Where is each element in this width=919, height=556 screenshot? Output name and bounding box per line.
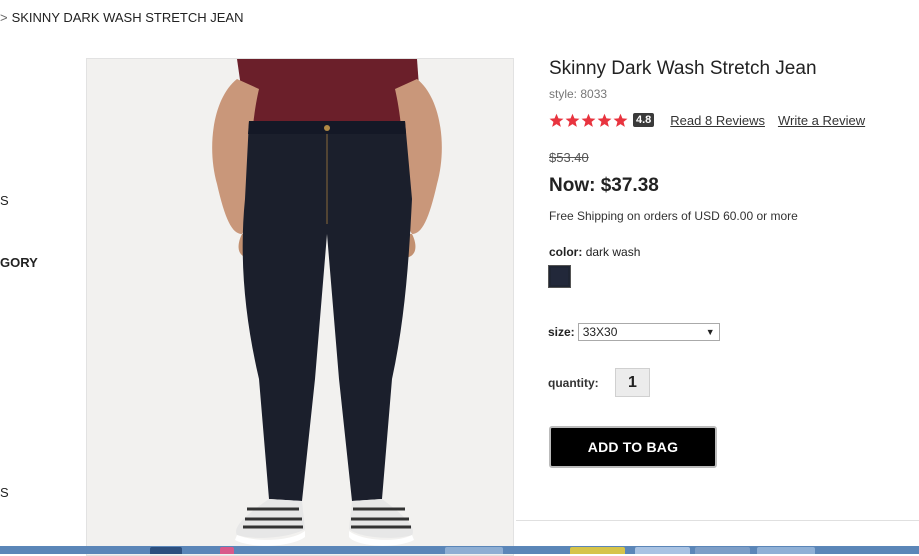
size-select[interactable]: 33X30 ▼ — [577, 323, 720, 341]
os-taskbar — [0, 546, 919, 554]
original-price: $53.40 — [549, 150, 589, 165]
taskbar-app-icon[interactable] — [695, 547, 750, 554]
breadcrumb-separator: > — [0, 10, 8, 25]
chevron-down-icon: ▼ — [705, 327, 715, 337]
sale-price: Now: $37.38 — [549, 175, 659, 196]
taskbar-app-icon[interactable] — [757, 547, 815, 554]
star-icon — [581, 113, 596, 127]
star-icon — [597, 113, 612, 127]
taskbar-app-icon[interactable] — [150, 547, 182, 554]
taskbar-app-icon[interactable] — [445, 547, 503, 554]
color-label-key: color: — [549, 245, 583, 259]
breadcrumb: > SKINNY DARK WASH STRETCH JEAN — [0, 10, 243, 25]
add-to-bag-button[interactable]: ADD TO BAG — [549, 426, 717, 468]
read-reviews-link[interactable]: Read 8 Reviews — [670, 113, 765, 128]
shipping-note: Free Shipping on orders of USD 60.00 or … — [549, 209, 798, 223]
color-swatch-dark-wash[interactable] — [548, 265, 571, 288]
product-style-number: style: 8033 — [549, 87, 608, 101]
sidebar-category-heading: GORY — [0, 255, 38, 270]
star-icon — [565, 113, 580, 127]
product-image[interactable] — [86, 58, 514, 556]
color-label: color: dark wash — [549, 245, 640, 259]
sidebar-item-fragment[interactable]: S — [0, 193, 9, 208]
taskbar-app-icon[interactable] — [220, 547, 234, 554]
product-title: Skinny Dark Wash Stretch Jean — [549, 58, 817, 79]
jeans-photo — [87, 59, 513, 555]
color-value: dark wash — [585, 245, 641, 259]
taskbar-app-icon[interactable] — [570, 547, 625, 554]
star-rating — [549, 113, 628, 128]
star-icon — [613, 113, 628, 127]
swatch-fill — [551, 268, 568, 285]
section-divider — [516, 520, 919, 521]
quantity-input[interactable]: 1 — [615, 368, 650, 397]
taskbar-app-icon[interactable] — [635, 547, 690, 554]
sidebar-item-fragment-2[interactable]: S — [0, 485, 9, 500]
rating-value-badge: 4.8 — [633, 113, 655, 127]
size-label: size: — [548, 325, 575, 339]
quantity-label: quantity: — [548, 376, 599, 390]
size-selected-value: 33X30 — [582, 325, 618, 339]
write-review-link[interactable]: Write a Review — [778, 113, 865, 128]
breadcrumb-current: SKINNY DARK WASH STRETCH JEAN — [11, 10, 244, 25]
rating-row: 4.8 Read 8 Reviews Write a Review — [549, 111, 865, 129]
star-icon — [549, 113, 564, 127]
size-row: size: 33X30 ▼ — [548, 323, 720, 341]
